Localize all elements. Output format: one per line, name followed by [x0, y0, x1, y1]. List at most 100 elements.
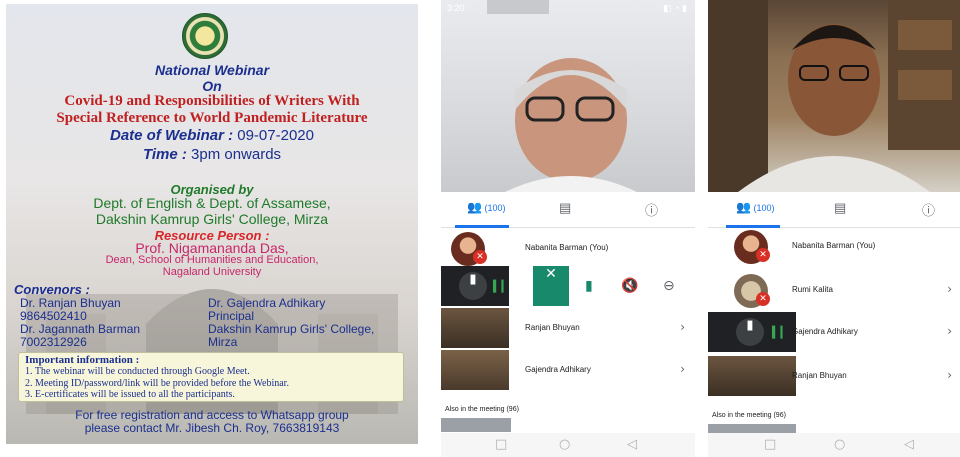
- status-time: 3:20: [447, 3, 465, 13]
- convenors-label: Convenors :: [14, 282, 90, 297]
- android-nav-bar: □ ○ ◁: [708, 433, 960, 457]
- back-nav-icon[interactable]: ◁: [627, 437, 637, 452]
- poster-on: On: [202, 78, 222, 94]
- android-nav-bar: □ ○ ◁: [441, 433, 695, 457]
- people-tab[interactable]: 👥 (100): [736, 200, 774, 214]
- participant-row[interactable]: Ranjan Bhuyan ›: [708, 356, 960, 396]
- participant-row[interactable]: Ranjan Bhuyan ›: [441, 308, 695, 348]
- date-value: 09-07-2020: [237, 127, 314, 144]
- recents-nav-icon[interactable]: □: [495, 437, 507, 452]
- participant-row[interactable]: ✕ Nabanita Barman (You): [708, 226, 960, 266]
- poster-heading: National Webinar: [154, 62, 270, 78]
- chevron-right-icon[interactable]: ›: [947, 282, 952, 296]
- participant-name: Nabanita Barman (You): [792, 241, 876, 250]
- registration-line2: please contact Mr. Jibesh Ch. Roy, 76638…: [84, 421, 340, 435]
- audio-level-icon: ▍▎: [493, 280, 510, 293]
- convenor3-role: Principal: [208, 309, 255, 323]
- pin-icon: ▮: [736, 318, 764, 346]
- participant-tile: ▮ ▍▎: [441, 266, 510, 306]
- organiser-line1: Dept. of English & Dept. of Assamese,: [93, 195, 331, 211]
- convenor3-place: Mirza: [208, 335, 238, 349]
- organiser-line2: Dakshin Kamrup Girls' College, Mirza: [95, 211, 329, 227]
- webinar-title-line2: Special Reference to World Pandemic Lite…: [56, 110, 368, 126]
- back-nav-icon[interactable]: ◁: [904, 437, 914, 452]
- webinar-poster: National Webinar On Covid-19 and Respons…: [6, 4, 418, 444]
- meet-screen-2: 👥 (100) ▤ ⓘ ✕ Nabanita Barman (You) ✕ Ru…: [708, 0, 960, 457]
- participant-row[interactable]: ✕ Rumi Kalita ›: [708, 270, 960, 310]
- mic-off-icon: ✕: [756, 248, 770, 262]
- convenor1-phone: 9864502410: [20, 309, 87, 323]
- resource-person-university: Nagaland University: [162, 266, 262, 278]
- participant-name: Gajendra Adhikary: [525, 365, 591, 374]
- pin-icon: ▮: [459, 272, 487, 300]
- chat-icon[interactable]: ▤: [834, 200, 846, 216]
- participant-thumbnail: [441, 308, 509, 348]
- chevron-right-icon[interactable]: ›: [680, 362, 685, 376]
- participant-row[interactable]: Gajendra Adhikary ›: [441, 350, 695, 390]
- mute-icon[interactable]: 🔇: [621, 278, 638, 294]
- meet-tabs: 👥 (100) ▤ ⓘ: [708, 192, 960, 228]
- home-nav-icon[interactable]: ○: [834, 437, 845, 452]
- convenor1-name: Dr. Ranjan Bhuyan: [20, 296, 121, 310]
- info-title: Important information :: [25, 354, 140, 366]
- recents-nav-icon[interactable]: □: [764, 437, 776, 452]
- chevron-right-icon[interactable]: ›: [947, 368, 952, 382]
- people-icon: 👥: [467, 200, 482, 214]
- chat-icon[interactable]: ▤: [559, 200, 571, 216]
- also-in-meeting-label: Also in the meeting (96): [445, 406, 519, 413]
- participant-row[interactable]: ✕ Nabanita Barman (You): [441, 228, 695, 268]
- convenor2-phone: 7002312926: [20, 335, 87, 349]
- info-icon[interactable]: ⓘ: [922, 200, 935, 219]
- webinar-date: Date of Webinar : 09-07-2020: [6, 127, 418, 144]
- participant-name: Gajendra Adhikary: [792, 327, 858, 336]
- webinar-title-line1: Covid-19 and Responsibilities of Writers…: [64, 93, 360, 109]
- college-logo: [182, 13, 228, 59]
- webinar-time: Time : 3pm onwards: [6, 146, 418, 163]
- close-icon[interactable]: ✕: [533, 266, 569, 306]
- remove-icon[interactable]: ⊖: [663, 278, 675, 294]
- registration-line1: For free registration and access to What…: [75, 408, 349, 422]
- speaker-figure: [487, 0, 637, 192]
- important-info-box: Important information : 1. The webinar w…: [18, 352, 404, 402]
- people-count: (100): [484, 203, 506, 213]
- people-tab[interactable]: 👥 (100): [467, 200, 505, 214]
- participant-actions: ▮ 🔇 ⊖: [569, 266, 695, 306]
- participant-thumbnail: [441, 418, 511, 432]
- participant-name: Ranjan Bhuyan: [792, 371, 847, 380]
- participant-name: Rumi Kalita: [792, 285, 833, 294]
- resource-person-title: Dean, School of Humanities and Education…: [105, 254, 319, 266]
- date-label: Date of Webinar :: [110, 127, 234, 144]
- chevron-right-icon[interactable]: ›: [947, 324, 952, 338]
- people-icon: 👥: [736, 200, 751, 214]
- mic-off-icon: ✕: [756, 292, 770, 306]
- convenor3-name: Dr. Gajendra Adhikary: [208, 296, 326, 310]
- chevron-right-icon[interactable]: ›: [680, 320, 685, 334]
- also-in-meeting-label: Also in the meeting (96): [712, 412, 786, 419]
- participant-tile: ▮ ▍▎: [708, 312, 796, 352]
- pin-icon[interactable]: ▮: [585, 278, 593, 294]
- time-value: 3pm onwards: [191, 146, 282, 163]
- screenshot-collage: National Webinar On Covid-19 and Respons…: [0, 0, 960, 457]
- home-nav-icon[interactable]: ○: [559, 437, 570, 452]
- meet-tabs: 👥 (100) ▤ ⓘ: [441, 192, 695, 228]
- speaker-video[interactable]: [708, 0, 960, 192]
- participant-name: Ranjan Bhuyan: [525, 323, 580, 332]
- participant-thumbnail: [441, 350, 509, 390]
- convenor3-org: Dakshin Kamrup Girls' College,: [208, 322, 375, 336]
- participant-thumbnail: [708, 356, 796, 396]
- info-item: 3. E-certificates will be issued to all …: [25, 388, 235, 400]
- speaker-video[interactable]: 3:20 ◧ ◔ ▮: [441, 0, 695, 192]
- speaker-figure: [708, 0, 960, 192]
- people-count: (100): [753, 203, 775, 213]
- audio-level-icon: ▍▎: [772, 326, 789, 339]
- status-icons: ◧ ◔ ▮: [663, 3, 687, 13]
- time-label: Time :: [142, 146, 187, 163]
- meet-screen-1: 3:20 ◧ ◔ ▮ 👥 (100) ▤ ⓘ ✕ Nabanita Barman…: [441, 0, 695, 457]
- mic-off-icon: ✕: [473, 250, 487, 264]
- info-item: 2. Meeting ID/password/link will be prov…: [25, 377, 289, 389]
- info-item: 1. The webinar will be conducted through…: [25, 366, 250, 378]
- info-icon[interactable]: ⓘ: [645, 200, 658, 219]
- convenor2-name: Dr. Jagannath Barman: [20, 322, 141, 336]
- participant-row[interactable]: ▮ ▍▎ Gajendra Adhikary ›: [708, 312, 960, 352]
- participant-name: Nabanita Barman (You): [525, 243, 609, 252]
